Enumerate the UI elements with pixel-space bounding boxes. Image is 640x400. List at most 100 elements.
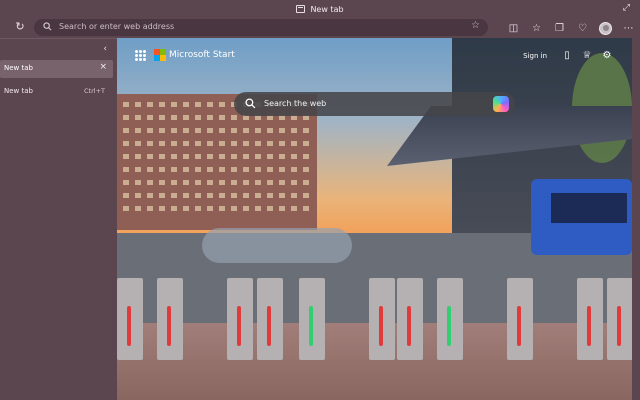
building-window — [303, 128, 309, 133]
building-window — [243, 154, 249, 159]
building-window — [135, 167, 141, 172]
close-tab-icon[interactable]: × — [99, 62, 107, 72]
address-placeholder: Search or enter web address — [59, 22, 175, 31]
building-window — [207, 141, 213, 146]
building-window — [123, 206, 129, 211]
building-window — [171, 206, 177, 211]
app-launcher-icon[interactable] — [135, 50, 146, 61]
building-window — [123, 102, 129, 107]
building-window — [195, 206, 201, 211]
building-window — [195, 193, 201, 198]
building-window — [231, 193, 237, 198]
building-window — [195, 141, 201, 146]
vertical-tabs-pane: ‹ New tab × New tab Ctrl+T — [0, 38, 117, 400]
toolbar-icons: ◫ ☆ ❐ ♡ ⋯ — [502, 18, 640, 38]
building-window — [291, 128, 297, 133]
building-window — [207, 206, 213, 211]
building-window — [159, 141, 165, 146]
building-window — [147, 102, 153, 107]
sign-in-link[interactable]: Sign in — [523, 52, 547, 60]
building-window — [159, 167, 165, 172]
building-window — [219, 102, 225, 107]
building-window — [171, 102, 177, 107]
building-window — [219, 167, 225, 172]
building-window — [279, 141, 285, 146]
address-bar[interactable]: Search or enter web address ☆ — [34, 19, 488, 36]
building-window — [219, 154, 225, 159]
rewards-icon[interactable]: ♕ — [580, 49, 594, 63]
favorite-star-icon[interactable]: ☆ — [471, 20, 480, 31]
building-window — [135, 193, 141, 198]
building-window — [303, 180, 309, 185]
building-window — [219, 193, 225, 198]
collections-icon[interactable]: ❐ — [548, 20, 571, 36]
building-window — [159, 102, 165, 107]
building-window — [279, 128, 285, 133]
building-window — [135, 102, 141, 107]
building-window — [207, 167, 213, 172]
building-window — [123, 193, 129, 198]
building-window — [135, 180, 141, 185]
building-window — [159, 206, 165, 211]
building-window — [303, 141, 309, 146]
building-window — [123, 128, 129, 133]
search-icon — [245, 98, 256, 109]
profile-button[interactable] — [594, 20, 617, 36]
building-window — [231, 167, 237, 172]
web-search-box[interactable]: Search the web — [234, 92, 515, 116]
background-bus — [531, 179, 632, 255]
search-icon — [43, 22, 52, 31]
building-window — [243, 128, 249, 133]
building-window — [219, 128, 225, 133]
building-window — [159, 180, 165, 185]
copilot-icon[interactable] — [493, 96, 509, 112]
building-window — [135, 206, 141, 211]
favorites-icon[interactable]: ☆ — [525, 20, 548, 36]
refresh-icon[interactable]: ↻ — [13, 20, 27, 34]
building-window — [255, 154, 261, 159]
building-window — [147, 141, 153, 146]
building-window — [303, 154, 309, 159]
new-tab-button[interactable]: New tab Ctrl+T — [0, 84, 113, 100]
building-window — [183, 167, 189, 172]
building-window — [123, 154, 129, 159]
building-window — [159, 154, 165, 159]
building-window — [207, 154, 213, 159]
building-window — [135, 154, 141, 159]
building-window — [207, 115, 213, 120]
building-window — [231, 115, 237, 120]
brand-title[interactable]: Microsoft Start — [169, 50, 235, 60]
building-window — [183, 115, 189, 120]
building-window — [219, 115, 225, 120]
building-window — [123, 141, 129, 146]
building-window — [303, 193, 309, 198]
restore-window-icon[interactable]: ⤢ — [623, 3, 630, 13]
building-window — [279, 167, 285, 172]
building-window — [195, 102, 201, 107]
building-window — [159, 115, 165, 120]
building-window — [291, 206, 297, 211]
building-window — [243, 141, 249, 146]
browser-toolbar: ↻ Search or enter web address ☆ ◫ ☆ ❐ ♡ … — [0, 18, 640, 38]
building-window — [123, 115, 129, 120]
building-window — [291, 141, 297, 146]
browser-essentials-icon[interactable]: ♡ — [571, 20, 594, 36]
mobile-app-icon[interactable]: ▯ — [560, 49, 574, 63]
building-window — [159, 128, 165, 133]
building-window — [183, 128, 189, 133]
tab-new-tab[interactable]: New tab × — [0, 60, 113, 78]
building-window — [171, 128, 177, 133]
building-window — [183, 193, 189, 198]
building-window — [231, 128, 237, 133]
building-window — [291, 193, 297, 198]
building-window — [159, 193, 165, 198]
collapse-pane-icon[interactable]: ‹ — [103, 44, 107, 54]
building-window — [255, 128, 261, 133]
start-header: Microsoft Start Sign in ▯ ♕ ⚙ — [117, 38, 632, 74]
building-window — [267, 180, 273, 185]
more-icon[interactable]: ⋯ — [617, 20, 640, 36]
building-window — [147, 206, 153, 211]
settings-gear-icon[interactable]: ⚙ — [600, 49, 614, 63]
split-screen-icon[interactable]: ◫ — [502, 20, 525, 36]
building-window — [291, 154, 297, 159]
